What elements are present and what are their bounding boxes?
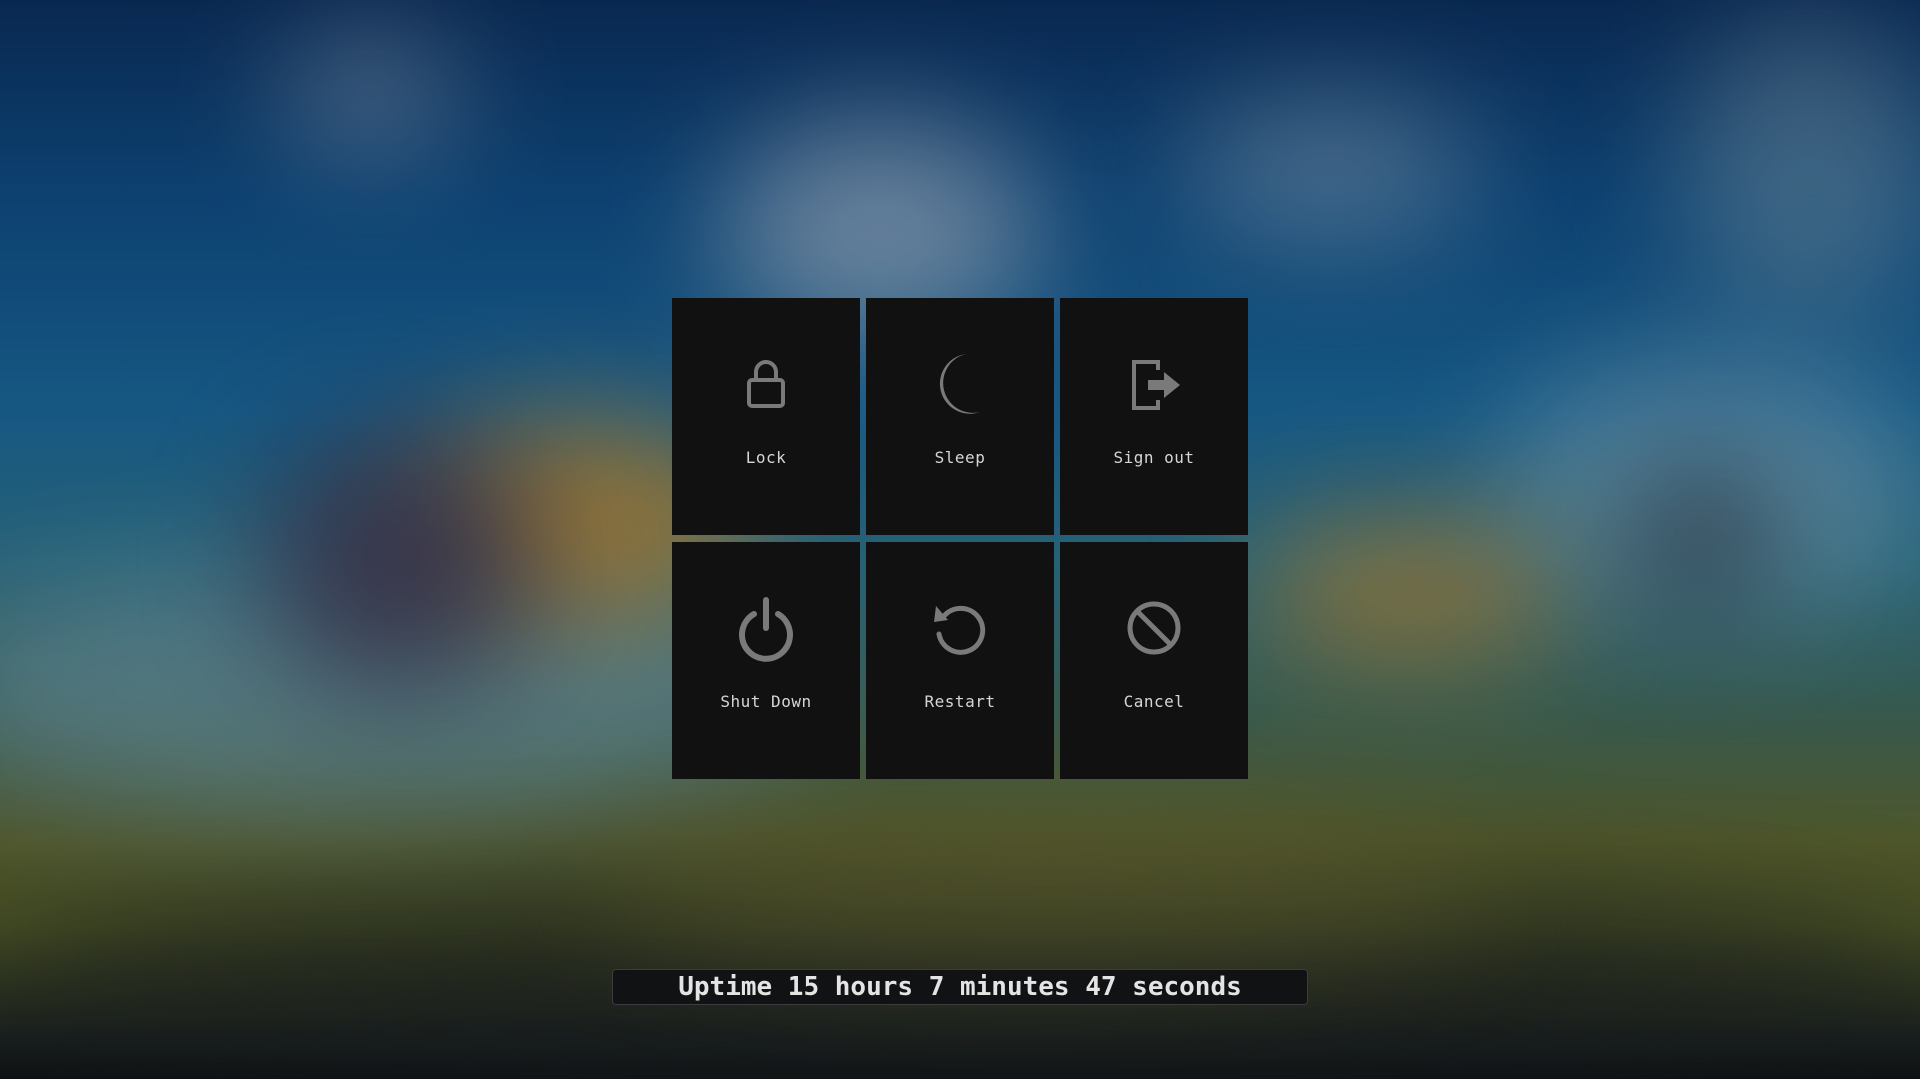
lock-icon bbox=[732, 350, 800, 418]
moon-icon bbox=[926, 350, 994, 418]
cancel-button[interactable]: Cancel bbox=[1060, 542, 1248, 779]
sign-out-icon bbox=[1120, 350, 1188, 418]
restart-button[interactable]: Restart bbox=[866, 542, 1054, 779]
restart-label: Restart bbox=[924, 692, 996, 711]
power-icon bbox=[732, 594, 800, 662]
sleep-label: Sleep bbox=[934, 448, 986, 467]
sign-out-label: Sign out bbox=[1113, 448, 1195, 467]
cancel-label: Cancel bbox=[1123, 692, 1185, 711]
lock-label: Lock bbox=[745, 448, 787, 467]
restart-icon bbox=[926, 594, 994, 662]
lock-button[interactable]: Lock bbox=[672, 298, 860, 535]
shut-down-button[interactable]: Shut Down bbox=[672, 542, 860, 779]
sleep-button[interactable]: Sleep bbox=[866, 298, 1054, 535]
shut-down-label: Shut Down bbox=[720, 692, 812, 711]
uptime-status: Uptime 15 hours 7 minutes 47 seconds bbox=[612, 969, 1308, 1005]
sign-out-button[interactable]: Sign out bbox=[1060, 298, 1248, 535]
cancel-icon bbox=[1120, 594, 1188, 662]
power-menu: Lock Sleep Sign out Shut Down Restart Ca… bbox=[672, 298, 1248, 779]
